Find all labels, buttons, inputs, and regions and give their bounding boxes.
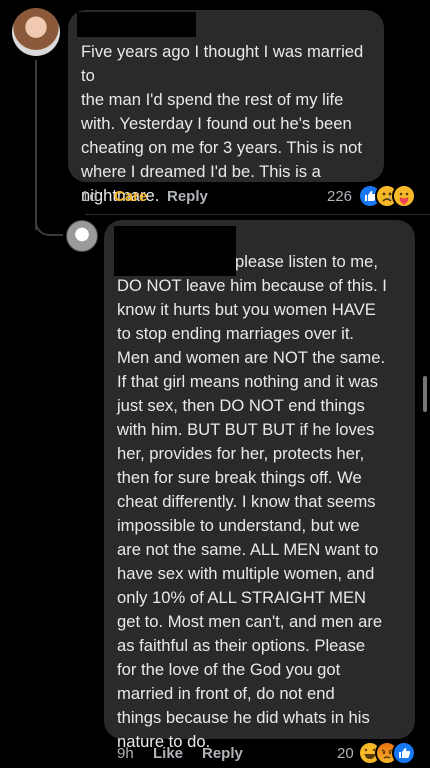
comment-text: please listen to me, DO NOT leave him be… [117, 252, 387, 751]
comment-time[interactable]: 1d [81, 188, 98, 205]
scrollbar[interactable] [423, 376, 427, 412]
reply-button[interactable]: Reply [167, 188, 208, 205]
thread-line-vertical [35, 60, 37, 230]
reaction-count[interactable]: 226 [327, 188, 352, 205]
reply-button[interactable]: Reply [202, 745, 243, 762]
avatar[interactable] [66, 220, 98, 252]
comment-time[interactable]: 9h [117, 745, 134, 762]
thread-line-curve [35, 214, 63, 236]
divider [85, 214, 430, 215]
like-icon [392, 741, 416, 765]
redacted-name [77, 12, 196, 37]
reactions-group[interactable] [358, 741, 418, 767]
like-button[interactable]: Like [153, 745, 183, 762]
avatar[interactable] [12, 8, 60, 56]
comment-text: Five years ago I thought I was married t… [81, 42, 364, 205]
reactions-group[interactable] [358, 184, 418, 210]
redacted-name [114, 226, 236, 276]
care-button[interactable]: Care [114, 188, 147, 205]
care-icon [392, 184, 416, 208]
reaction-count[interactable]: 20 [337, 745, 354, 762]
